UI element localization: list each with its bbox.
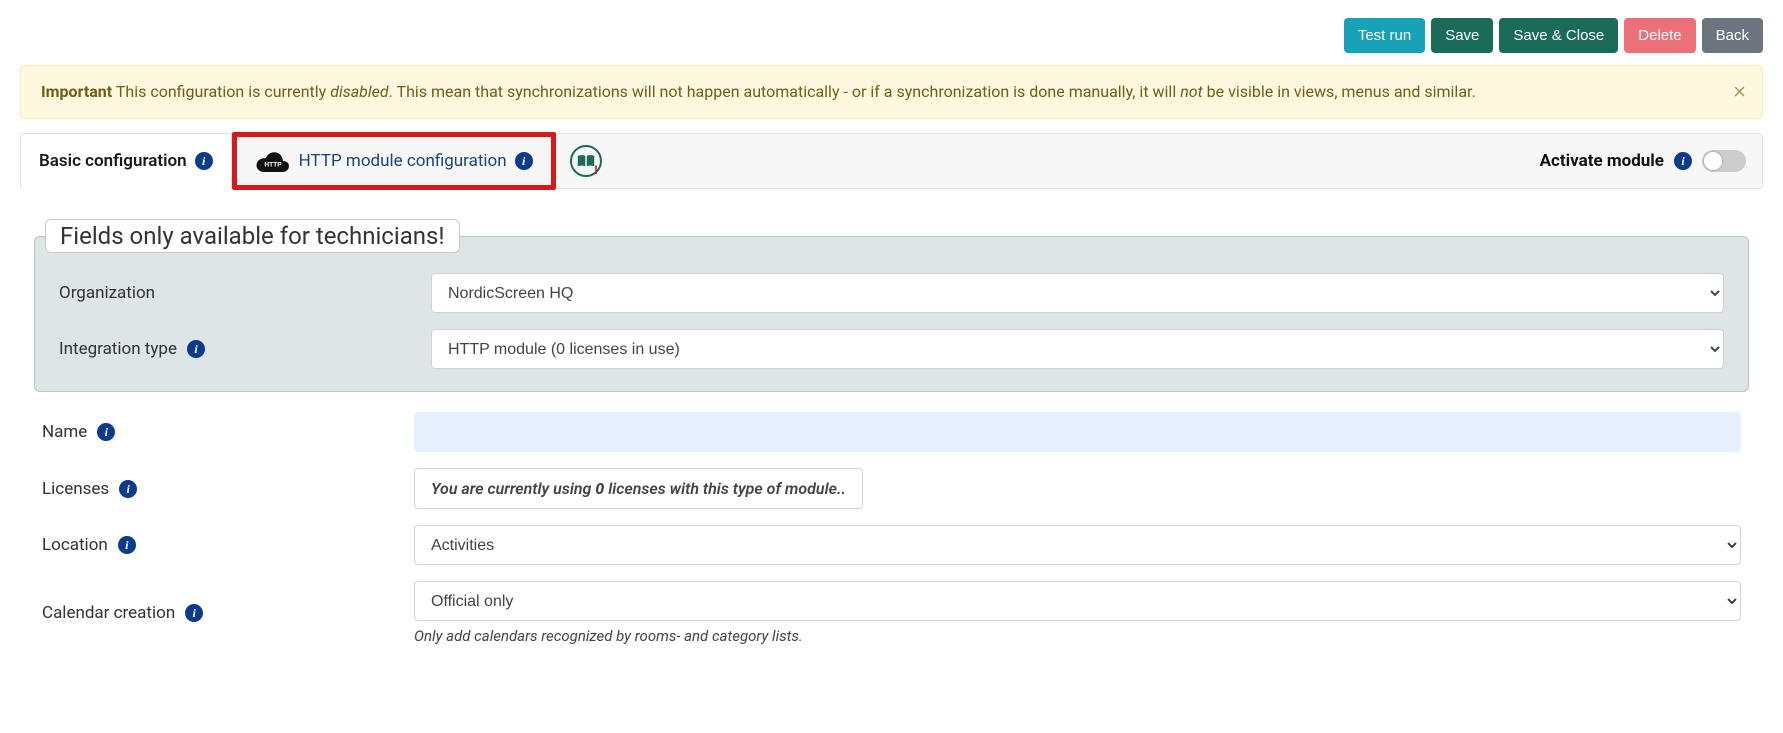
row-calendar-creation: Calendar creation i Official only Only a… (34, 581, 1749, 645)
licenses-count: 0 (595, 479, 604, 498)
row-organization: Organization NordicScreen HQ (51, 273, 1732, 313)
info-icon[interactable]: i (515, 152, 533, 170)
documentation-button[interactable]: ! (570, 145, 602, 177)
row-name: Name i (34, 412, 1749, 452)
delete-button[interactable]: Delete (1624, 18, 1695, 53)
licenses-info-box: You are currently using 0 licenses with … (414, 468, 863, 509)
licenses-label: Licenses (42, 479, 109, 499)
close-alert-button[interactable]: × (1733, 79, 1746, 105)
info-icon[interactable]: i (187, 340, 205, 358)
info-icon[interactable]: i (119, 480, 137, 498)
activate-module-toggle[interactable] (1702, 150, 1746, 172)
location-label: Location (42, 535, 108, 555)
tab-http-module-configuration[interactable]: HTTP HTTP module configuration i (232, 132, 556, 190)
technician-fieldset: Fields only available for technicians! O… (34, 219, 1749, 392)
alert-text-1: This configuration is currently (112, 82, 330, 101)
organization-label: Organization (59, 283, 155, 303)
technician-fieldset-legend: Fields only available for technicians! (45, 219, 460, 253)
integration-type-label: Integration type (59, 339, 177, 359)
name-label: Name (42, 422, 87, 442)
activate-module-area: Activate module i (1540, 150, 1762, 172)
info-icon[interactable]: i (1674, 152, 1692, 170)
toggle-knob (1704, 152, 1722, 170)
alert-not-word: not (1180, 82, 1203, 101)
alert-text-2: . This mean that synchronizations will n… (389, 82, 1181, 101)
svg-text:HTTP: HTTP (264, 162, 282, 169)
calendar-creation-help: Only add calendars recognized by rooms- … (414, 627, 1741, 645)
info-icon[interactable]: i (97, 423, 115, 441)
save-button[interactable]: Save (1431, 18, 1493, 53)
integration-type-select[interactable]: HTTP module (0 licenses in use) (431, 329, 1724, 369)
warning-badge-icon: ! (594, 163, 597, 177)
info-icon[interactable]: i (185, 604, 203, 622)
name-input[interactable] (414, 412, 1741, 452)
tab-basic-configuration[interactable]: Basic configuration i (20, 133, 232, 189)
tab-basic-label: Basic configuration (39, 151, 187, 171)
info-icon[interactable]: i (195, 152, 213, 170)
alert-disabled-word: disabled (330, 82, 388, 101)
alert-text-3: be visible in views, menus and similar. (1203, 82, 1476, 101)
alert-strong: Important (41, 82, 112, 101)
row-integration-type: Integration type i HTTP module (0 licens… (51, 329, 1732, 369)
disabled-warning-alert: Important This configuration is currentl… (20, 65, 1763, 119)
organization-select[interactable]: NordicScreen HQ (431, 273, 1724, 313)
top-toolbar: Test run Save Save & Close Delete Back (20, 0, 1763, 65)
test-run-button[interactable]: Test run (1344, 18, 1425, 53)
licenses-text-pre: You are currently using (431, 479, 595, 498)
tab-bar: Basic configuration i HTTP HTTP module c… (20, 133, 1763, 189)
row-licenses: Licenses i You are currently using 0 lic… (34, 468, 1749, 509)
calendar-creation-select[interactable]: Official only (414, 581, 1741, 621)
activate-module-label: Activate module (1540, 151, 1664, 171)
info-icon[interactable]: i (118, 536, 136, 554)
basic-config-panel: Fields only available for technicians! O… (20, 189, 1763, 645)
location-select[interactable]: Activities (414, 525, 1741, 565)
save-close-button[interactable]: Save & Close (1499, 18, 1618, 53)
licenses-text-post: licenses with this type of module.. (604, 479, 846, 498)
row-location: Location i Activities (34, 525, 1749, 565)
http-cloud-icon: HTTP (255, 150, 291, 172)
calendar-creation-label: Calendar creation (42, 603, 175, 623)
book-icon (577, 154, 595, 168)
back-button[interactable]: Back (1702, 18, 1763, 53)
tab-http-label: HTTP module configuration (299, 151, 507, 171)
